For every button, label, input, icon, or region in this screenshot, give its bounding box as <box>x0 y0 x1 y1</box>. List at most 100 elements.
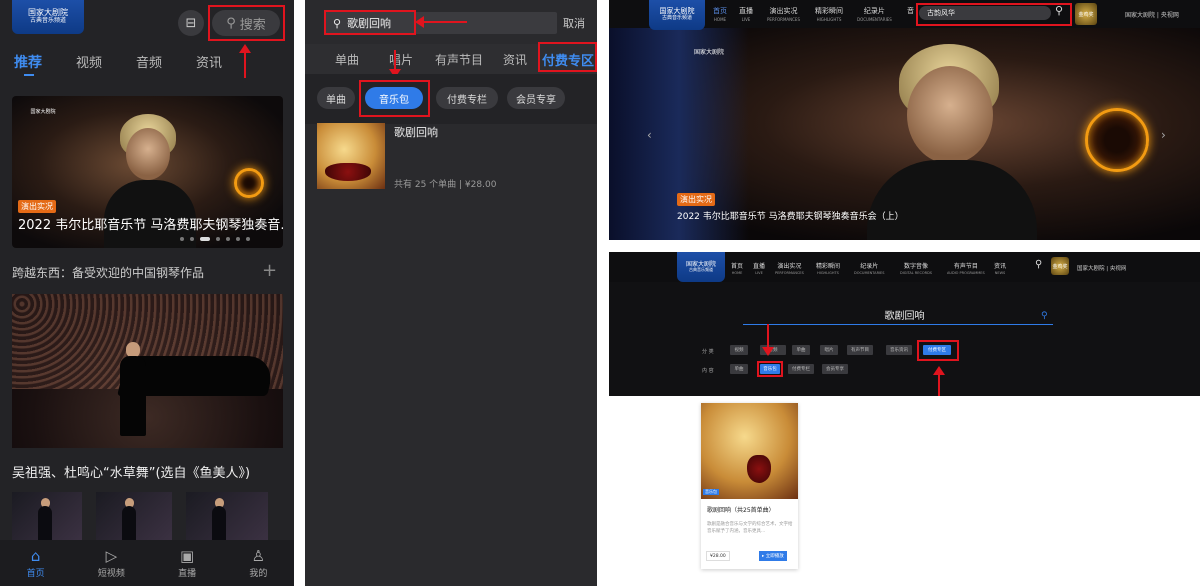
web-navbar: 国家大剧院 古典音乐频道 首页 HOME 直播 LIVE 演出实况 PERFORMAN… <box>609 0 1200 30</box>
carousel-dot[interactable] <box>180 237 184 241</box>
hero-tag: 演出实况 <box>18 200 56 213</box>
content-chip-music-pack[interactable]: 音乐包 <box>760 364 780 374</box>
live-icon: ▣ <box>180 546 195 565</box>
carousel-dot[interactable] <box>236 237 240 241</box>
cancel-button[interactable]: 取消 <box>563 15 585 31</box>
category-audio-program[interactable]: 有声节目 <box>435 51 483 68</box>
nav-me[interactable]: ♙ 我的 <box>249 548 267 579</box>
content-chip[interactable]: 单曲 <box>730 364 748 374</box>
filter-chip[interactable]: 单曲 <box>792 345 810 355</box>
album-cover[interactable] <box>317 123 385 189</box>
top-bar: 国家大剧院 古典音乐频道 ⊟ ⚲ 搜索 <box>0 0 294 44</box>
filter-chip[interactable]: 有声节目 <box>847 345 873 355</box>
menu-highlights[interactable]: 精彩瞬间 HIGHLIGHTS <box>816 261 840 275</box>
category-paid[interactable]: 付费专区 <box>542 50 594 69</box>
menu-documentaries[interactable]: 纪录片 DOCUMENTARIES <box>857 6 892 22</box>
nav-live[interactable]: ▣ 直播 <box>178 548 196 579</box>
chip-music-pack[interactable]: 音乐包 <box>365 87 423 109</box>
hero-title: 2022 韦尔比耶音乐节 马洛费耶夫钢琴独奏音... <box>18 218 283 233</box>
hero-banner[interactable]: 国家大剧院 演出实况 2022 韦尔比耶音乐节 马洛费耶夫钢琴独奏音... <box>12 96 283 248</box>
menu-performances[interactable]: 演出实况 PERFORMANCES <box>767 6 800 22</box>
chip-single[interactable]: 单曲 <box>317 87 355 109</box>
web-search-input[interactable]: 古韵风华 <box>919 6 1051 20</box>
category-news[interactable]: 资讯 <box>503 51 527 68</box>
album-title[interactable]: 歌剧回响 <box>394 124 438 140</box>
channel-logo[interactable]: 国家大剧院 古典音乐频道 <box>649 0 705 30</box>
banner-watermark-logo: 国家大剧院 <box>693 48 724 56</box>
scan-icon[interactable]: ⊟ <box>178 10 204 36</box>
hero-title: 2022 韦尔比耶音乐节 马洛费耶夫钢琴独奏音乐会（上） <box>677 212 904 222</box>
tab-video[interactable]: 视频 <box>76 52 102 72</box>
video-thumbnail[interactable] <box>12 492 82 540</box>
add-icon[interactable]: + <box>262 260 277 281</box>
tab-news[interactable]: 资讯 <box>196 52 222 72</box>
channel-logo[interactable]: 国家大剧院 古典音乐频道 <box>12 0 84 34</box>
video-thumbnail[interactable] <box>96 492 172 540</box>
play-now-button[interactable]: ▸ 立即播放 <box>759 551 787 561</box>
video-thumbnail[interactable] <box>186 492 268 540</box>
album-cover[interactable]: 音乐包 <box>701 403 798 499</box>
search-icon: ⚲ <box>333 16 342 30</box>
search-icon: ⚲ <box>226 15 236 31</box>
card-description: 歌剧是融合音乐与文学的综合艺术，文字给音乐赋予了内涵，音乐更具... <box>707 522 793 535</box>
menu-live[interactable]: 直播 LIVE <box>753 261 765 275</box>
partner-links[interactable]: 国家大剧院 | 央视网 <box>1125 10 1179 19</box>
filter-chip[interactable]: 音乐资讯 <box>886 345 912 355</box>
menu-documentaries[interactable]: 纪录片 DOCUMENTARIES <box>854 261 884 275</box>
menu-audio-programmes[interactable]: 有声节目 AUDIO PROGRAMMES <box>947 261 985 275</box>
menu-home[interactable]: 首页 HOME <box>713 6 727 22</box>
search-icon[interactable]: ⚲ <box>1055 4 1063 17</box>
search-icon[interactable]: ⚲ <box>1035 259 1042 270</box>
search-input[interactable]: ⚲ 歌剧回响 <box>325 12 557 34</box>
result-categories: 单曲 唱片 有声节目 资讯 付费专区 <box>305 44 597 74</box>
opera-mask <box>747 455 771 483</box>
carousel-dot[interactable] <box>246 237 250 241</box>
menu-highlights[interactable]: 精彩瞬间 HIGHLIGHTS <box>815 6 843 22</box>
nav-label: 直播 <box>178 568 197 579</box>
menu-digital-records[interactable]: 数字音像 DIGITAL RECORDS <box>900 261 932 275</box>
chip-paid-column[interactable]: 付费专栏 <box>436 87 498 109</box>
menu-performances[interactable]: 演出实况 PERFORMANCES <box>775 261 804 275</box>
carousel-next-icon[interactable]: › <box>1161 128 1166 142</box>
menu-truncated[interactable]: 音 <box>907 6 914 16</box>
chip-member[interactable]: 会员专享 <box>507 87 565 109</box>
card-tag: 音乐包 <box>703 489 719 495</box>
carousel-prev-icon[interactable]: ‹ <box>647 128 652 142</box>
search-query[interactable]: 歌剧回响 <box>609 307 1200 322</box>
concert-video-card[interactable] <box>12 294 283 448</box>
carousel-dot[interactable] <box>216 237 220 241</box>
filter-chip[interactable]: 唱片 <box>820 345 838 355</box>
search-icon[interactable]: ⚲ <box>1041 311 1048 321</box>
channel-logo[interactable]: 国家大剧院 古典音乐频道 <box>677 252 725 282</box>
concert-caption: 吴祖强、杜鸣心“水草舞”(选自《鱼美人》) <box>12 466 251 481</box>
partner-links[interactable]: 国家大剧院 | 央视网 <box>1077 264 1126 272</box>
content-chip[interactable]: 付费专栏 <box>788 364 814 374</box>
nav-home[interactable]: ⌂ 首页 <box>27 548 45 579</box>
menu-home[interactable]: 首页 HOME <box>731 261 743 275</box>
nav-short-video[interactable]: ▷ 短视频 <box>98 548 125 579</box>
carousel-dot[interactable] <box>200 237 210 241</box>
nav-label: 首页 <box>26 568 45 579</box>
annotation-arrow <box>389 50 401 78</box>
filter-chip[interactable]: 视频 <box>730 345 748 355</box>
search-button[interactable]: ⚲ 搜索 <box>212 10 280 36</box>
album-card[interactable]: 音乐包 歌剧回响（共25首单曲） 歌剧是融合音乐与文学的综合艺术，文字给音乐赋予… <box>701 403 798 569</box>
filter-chip-paid[interactable]: 付费专区 <box>923 345 951 355</box>
search-value: 古韵风华 <box>927 9 955 17</box>
search-underline <box>743 324 1053 325</box>
section-title: 跨越东西：备受欢迎的中国钢琴作品 <box>12 266 205 280</box>
carousel-dot[interactable] <box>226 237 230 241</box>
menu-news[interactable]: 资讯 NEWS <box>994 261 1006 275</box>
card-title[interactable]: 歌剧回响（共25首单曲） <box>707 505 775 514</box>
tab-audio[interactable]: 音频 <box>136 52 162 72</box>
banner-watermark-logo: 国家大剧院 <box>30 108 56 115</box>
menu-live[interactable]: 直播 LIVE <box>739 6 753 22</box>
carousel-dot[interactable] <box>190 237 194 241</box>
category-single[interactable]: 单曲 <box>335 51 359 68</box>
tab-recommend[interactable]: 推荐 <box>14 52 42 72</box>
category-album[interactable]: 唱片 <box>389 51 413 68</box>
performer-figure <box>120 356 146 436</box>
content-chip[interactable]: 会员专享 <box>822 364 848 374</box>
web-home-screen: 国家大剧院 ‹ › 演出实况 2022 韦尔比耶音乐节 马洛费耶夫钢琴独奏音乐会… <box>609 0 1200 240</box>
stage-light <box>1085 108 1149 172</box>
